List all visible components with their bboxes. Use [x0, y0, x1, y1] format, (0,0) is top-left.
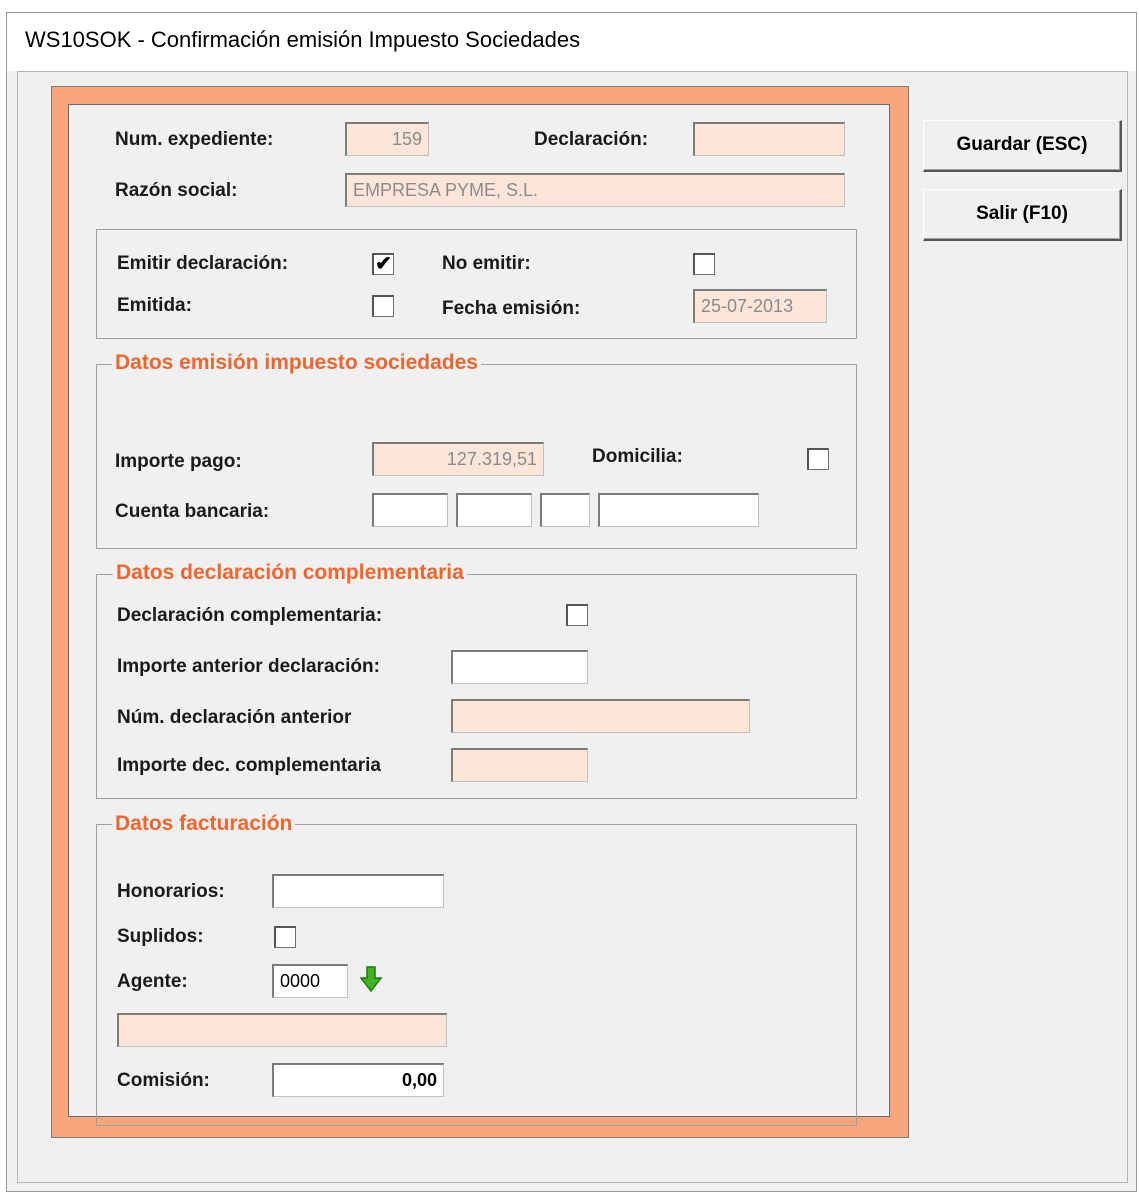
- comision-label: Comisión:: [117, 1070, 210, 1091]
- cuenta-bancaria-label: Cuenta bancaria:: [115, 501, 270, 522]
- importe-pago-field[interactable]: 127.319,51: [372, 442, 544, 476]
- importe-pago-label: Importe pago:: [115, 451, 242, 472]
- cuenta-numero-field[interactable]: [598, 493, 759, 527]
- num-expediente-label: Num. expediente:: [115, 129, 274, 150]
- cuenta-entidad-field[interactable]: [372, 493, 448, 527]
- emitida-label: Emitida:: [117, 295, 192, 316]
- honorarios-label: Honorarios:: [117, 881, 225, 902]
- dialog-client-area: Num. expediente: 159 Declaración: Razón …: [17, 71, 1128, 1183]
- importe-anterior-label: Importe anterior declaración:: [117, 656, 380, 677]
- facturacion-group: [96, 824, 857, 1126]
- razon-social-label: Razón social:: [115, 180, 238, 201]
- agente-lookup-arrow-icon[interactable]: [359, 965, 383, 993]
- facturacion-legend: Datos facturación: [112, 812, 296, 836]
- domicilia-label: Domicilia:: [592, 446, 683, 467]
- comision-field[interactable]: 0,00: [272, 1063, 444, 1097]
- importe-anterior-field[interactable]: [451, 650, 588, 684]
- title-bar: WS10SOK - Confirmación emisión Impuesto …: [7, 13, 1136, 71]
- agente-field[interactable]: 0000: [272, 964, 348, 998]
- declaracion-field[interactable]: [693, 122, 845, 156]
- complementaria-legend: Datos declaración complementaria: [113, 561, 467, 585]
- no-emitir-checkbox[interactable]: [693, 253, 715, 275]
- declaracion-label: Declaración:: [534, 129, 649, 150]
- razon-social-field[interactable]: EMPRESA PYME, S.L.: [345, 173, 845, 207]
- suplidos-label: Suplidos:: [117, 926, 204, 947]
- importe-dec-complementaria-field[interactable]: [451, 748, 588, 782]
- domicilia-checkbox[interactable]: [807, 448, 829, 470]
- num-declaracion-anterior-label: Núm. declaración anterior: [117, 707, 352, 728]
- emitida-checkbox[interactable]: [372, 295, 394, 317]
- emitir-declaracion-checkbox[interactable]: ✔: [372, 253, 394, 275]
- form-panel: Num. expediente: 159 Declaración: Razón …: [68, 104, 890, 1126]
- impuesto-legend: Datos emisión impuesto sociedades: [112, 351, 481, 375]
- cuenta-dc-field[interactable]: [540, 493, 590, 527]
- salir-button[interactable]: Salir (F10): [923, 189, 1122, 241]
- guardar-button[interactable]: Guardar (ESC): [923, 120, 1122, 172]
- importe-dec-complementaria-label: Importe dec. complementaria: [117, 755, 381, 776]
- declaracion-complementaria-label: Declaración complementaria:: [117, 605, 383, 626]
- no-emitir-label: No emitir:: [442, 253, 531, 274]
- declaracion-complementaria-checkbox[interactable]: [566, 604, 588, 626]
- fecha-emision-label: Fecha emisión:: [442, 298, 581, 319]
- num-expediente-field[interactable]: 159: [345, 122, 429, 156]
- window-title: WS10SOK - Confirmación emisión Impuesto …: [25, 27, 581, 52]
- fecha-emision-field[interactable]: 25-07-2013: [693, 289, 827, 323]
- agente-label: Agente:: [117, 971, 188, 992]
- honorarios-field[interactable]: [272, 874, 444, 908]
- cuenta-oficina-field[interactable]: [456, 493, 532, 527]
- form-frame: Num. expediente: 159 Declaración: Razón …: [51, 86, 909, 1138]
- dialog-window: WS10SOK - Confirmación emisión Impuesto …: [6, 12, 1137, 1192]
- agente-nombre-field[interactable]: [117, 1013, 447, 1047]
- suplidos-checkbox[interactable]: [274, 926, 296, 948]
- emitir-declaracion-label: Emitir declaración:: [117, 253, 289, 274]
- num-declaracion-anterior-field[interactable]: [451, 699, 750, 733]
